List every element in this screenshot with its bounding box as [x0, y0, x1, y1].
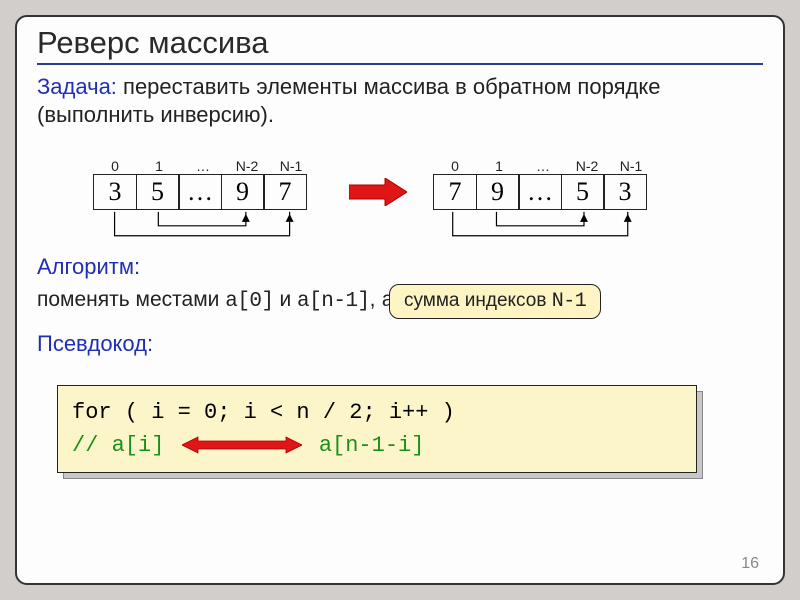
code-comment: // a[i] — [72, 433, 164, 458]
swap-arrow-icon — [182, 436, 302, 454]
code-block: for ( i = 0; i < n / 2; i++ ) // a[i] a[… — [57, 385, 697, 473]
index-row-before: 0 1 … N-2 N-1 — [93, 158, 313, 174]
array-cell: 3 — [603, 174, 647, 210]
arrow-right-icon — [349, 178, 407, 206]
code-line: // a[i] a[n-1-i] — [72, 429, 682, 462]
swap-and: и — [274, 288, 297, 311]
task-body: переставить элементы массива в обратном … — [37, 74, 660, 127]
idx-cell: … — [181, 158, 225, 174]
idx-cell: 1 — [477, 158, 521, 174]
slide: Реверс массива Задача: переставить элеме… — [15, 15, 785, 585]
cells-after: 7 9 … 5 3 — [433, 174, 653, 210]
idx-cell: 0 — [93, 158, 137, 174]
code-comment: a[n-1-i] — [319, 433, 425, 458]
array-cell: 3 — [93, 174, 137, 210]
array-after: 0 1 … N-2 N-1 7 9 … 5 3 — [433, 158, 653, 210]
array-visualization: 0 1 … N-2 N-1 3 5 … 9 7 0 1 … N-2 — [37, 138, 763, 248]
callout-code: N-1 — [552, 290, 587, 313]
index-row-after: 0 1 … N-2 N-1 — [433, 158, 653, 174]
swap-code: a[0] — [225, 290, 273, 313]
array-cell: 9 — [221, 174, 265, 210]
task-text: Задача: переставить элементы массива в о… — [37, 73, 763, 128]
array-cell: 9 — [476, 174, 520, 210]
callout-badge: сумма индексов N-1 — [389, 284, 601, 319]
array-cell: 5 — [136, 174, 180, 210]
swap-comma: , — [370, 288, 382, 311]
swap-description: поменять местами a[0] и a[n-1], a[1] и a… — [37, 288, 763, 313]
idx-cell: 1 — [137, 158, 181, 174]
callout-text: сумма индексов — [404, 290, 552, 311]
array-cell: 7 — [263, 174, 307, 210]
array-cell: 5 — [561, 174, 605, 210]
task-label: Задача: — [37, 74, 117, 99]
array-cell: … — [178, 174, 222, 210]
swap-prefix: поменять местами — [37, 288, 225, 311]
idx-cell: N-2 — [565, 158, 609, 174]
code-content: for ( i = 0; i < n / 2; i++ ) // a[i] a[… — [57, 385, 697, 473]
page-number: 16 — [741, 555, 759, 573]
algorithm-label: Алгоритм: — [37, 254, 763, 280]
idx-cell: 0 — [433, 158, 477, 174]
idx-cell: N-2 — [225, 158, 269, 174]
idx-cell: N-1 — [269, 158, 313, 174]
idx-cell: N-1 — [609, 158, 653, 174]
cells-before: 3 5 … 9 7 — [93, 174, 313, 210]
array-before: 0 1 … N-2 N-1 3 5 … 9 7 — [93, 158, 313, 210]
array-cell: 7 — [433, 174, 477, 210]
code-line: for ( i = 0; i < n / 2; i++ ) — [72, 396, 682, 429]
page-title: Реверс массива — [37, 25, 763, 65]
pseudocode-label: Псевдокод: — [37, 331, 763, 357]
swap-code: a[n-1] — [297, 290, 370, 313]
idx-cell: … — [521, 158, 565, 174]
array-cell: … — [518, 174, 562, 210]
